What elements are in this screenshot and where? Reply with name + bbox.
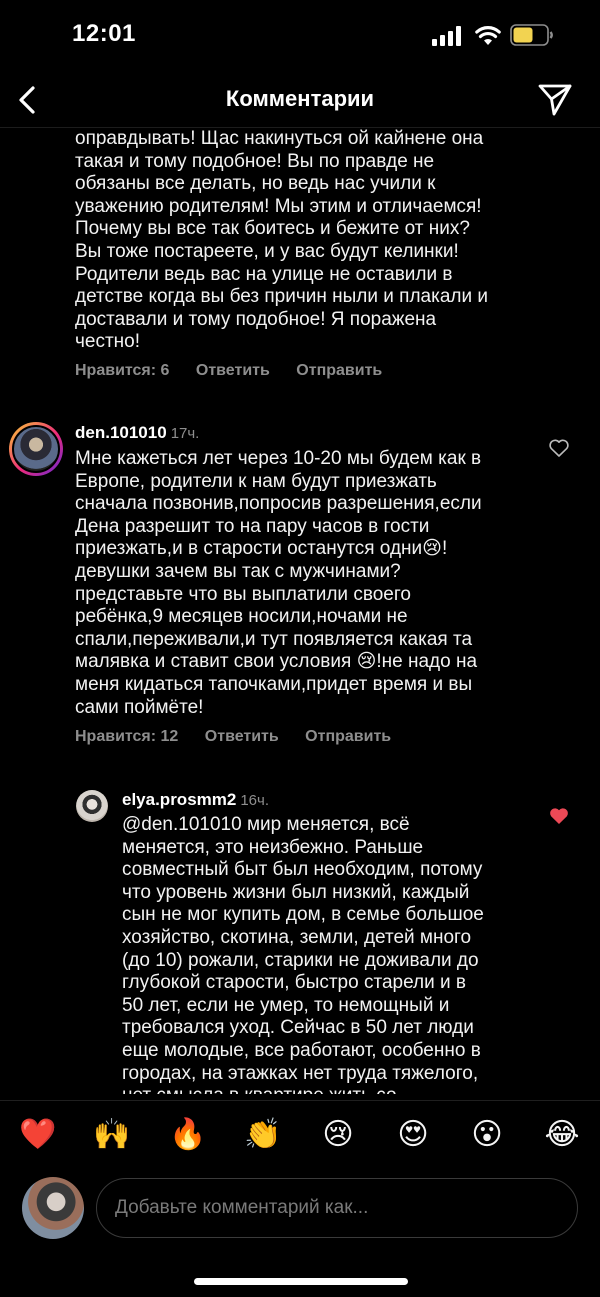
comments-feed[interactable]: оправдывать! Щас накинуться ой кайнене о… xyxy=(0,128,600,1094)
crying-emoji-icon[interactable]: 😢 xyxy=(318,1117,358,1153)
avatar[interactable] xyxy=(12,425,60,473)
send-button[interactable]: Отправить xyxy=(305,728,391,745)
comment-actions: Нравится: 12 Ответить Отправить xyxy=(75,728,391,746)
surprised-emoji-icon[interactable]: 😮 xyxy=(467,1117,507,1153)
comment-header: den.101010 17ч. xyxy=(75,423,199,443)
emoji-bar: ❤️ 🙌 🔥 👏 😢 😍 😮 😂 xyxy=(0,1100,600,1170)
home-indicator[interactable] xyxy=(194,1278,408,1285)
heart-eyes-emoji-icon[interactable]: 😍 xyxy=(393,1117,433,1153)
comment-header: elya.prosmm2 16ч. xyxy=(122,790,269,810)
current-user-avatar xyxy=(22,1177,84,1239)
likes-count[interactable]: Нравится: 6 xyxy=(75,362,169,379)
comment-time: 16ч. xyxy=(240,792,270,809)
comment-actions: Нравится: 6 Ответить Отправить xyxy=(75,362,382,380)
wifi-icon xyxy=(475,26,501,45)
likes-count[interactable]: Нравится: 12 xyxy=(75,728,178,745)
heart-outline-icon[interactable] xyxy=(548,438,570,458)
comment-composer xyxy=(0,1170,600,1250)
status-bar: 12:01 xyxy=(0,0,600,72)
comment-time: 17ч. xyxy=(170,425,200,442)
comment-text: Мне кажеться лет через 10-20 мы будем ка… xyxy=(75,448,482,718)
paper-plane-icon[interactable] xyxy=(536,80,574,118)
clapping-emoji-icon[interactable]: 👏 xyxy=(243,1117,283,1153)
comment-input[interactable] xyxy=(96,1178,578,1238)
raised-hands-emoji-icon[interactable]: 🙌 xyxy=(92,1117,132,1153)
battery-icon xyxy=(510,24,553,46)
username[interactable]: elya.prosmm2 xyxy=(122,790,236,809)
heart-emoji-icon[interactable]: ❤️ xyxy=(18,1117,58,1153)
comment-text: @den.101010 мир меняется, всё меняется, … xyxy=(122,814,484,1094)
reply-button[interactable]: Ответить xyxy=(205,728,279,745)
laughing-emoji-icon[interactable]: 😂 xyxy=(542,1117,582,1153)
cellular-signal-icon xyxy=(432,26,461,46)
reply-button[interactable]: Ответить xyxy=(196,362,270,379)
username[interactable]: den.101010 xyxy=(75,423,167,442)
comment-text: оправдывать! Щас накинуться ой кайнене о… xyxy=(75,128,488,353)
heart-filled-icon[interactable] xyxy=(548,806,570,826)
fire-emoji-icon[interactable]: 🔥 xyxy=(168,1117,208,1153)
page-title: Комментарии xyxy=(225,86,375,111)
avatar[interactable] xyxy=(76,790,108,822)
header: Комментарии xyxy=(0,72,600,128)
send-button[interactable]: Отправить xyxy=(296,362,382,379)
status-time: 12:01 xyxy=(72,20,136,47)
